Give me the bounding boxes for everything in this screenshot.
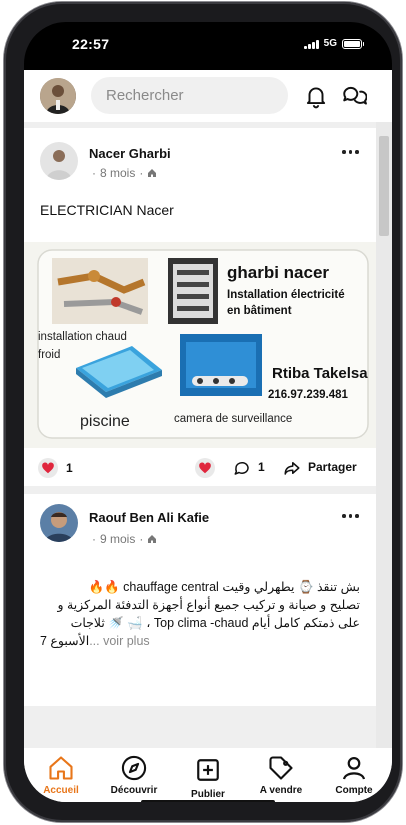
comments-count: 1 [258,460,265,474]
top-bar: Rechercher [24,70,392,122]
svg-text:Installation électricité: Installation électricité [227,289,345,301]
post-time: 8 mois [100,166,136,180]
post-text-line: على ذمتكم كامل أيام Top clima -chaud ، 🛁… [70,616,360,630]
feed[interactable]: Nacer Gharbi · 8 mois · ELECTRICIAN Nace… [24,122,392,748]
svg-text:camera de surveillance: camera de surveillance [174,413,292,425]
app: Rechercher Nacer Gharbi · 8 mois · ELECT… [24,70,392,802]
nav-label: Compte [335,785,373,796]
screen: 22:57 5G Rechercher Nacer Gharbi · 8 moi… [24,22,392,802]
status-bar: 22:57 5G [24,22,392,70]
image-name: gharbi nacer [227,263,329,282]
post-header: Raouf Ben Ali Kafie · 9 mois · [24,494,376,550]
post-text: ELECTRICIAN Nacer [40,202,174,218]
user-icon [340,754,368,782]
home-icon [47,754,75,782]
nav-label: Découvrir [110,785,158,796]
post-meta: · 8 mois · [92,166,157,180]
share-button[interactable]: Partager [308,460,357,474]
bottom-nav: Accueil Découvrir Publier A vendre Compt… [24,748,392,802]
more-dots-icon[interactable] [342,146,362,158]
author-avatar[interactable] [40,142,78,180]
nav-label: Accueil [43,785,79,796]
search-input[interactable]: Rechercher [91,77,288,114]
comment-icon[interactable] [233,459,251,477]
author-avatar[interactable] [40,504,78,542]
tag-icon [267,754,295,782]
home-small-icon [148,535,157,543]
author-name[interactable]: Nacer Gharbi [89,146,171,161]
home-indicator [141,800,275,802]
nav-decouvrir[interactable]: Découvrir [99,748,169,802]
svg-text:216.97.239.481: 216.97.239.481 [268,389,349,401]
network-label: 5G [323,38,337,49]
svg-text:installation chaud: installation chaud [38,331,127,343]
nav-accueil[interactable]: Accueil [26,748,96,802]
heart-icon[interactable] [38,458,58,478]
svg-text:froid: froid [38,349,60,361]
scrollbar-thumb[interactable] [379,136,389,236]
likes-count: 1 [66,461,73,475]
nav-publier[interactable]: Publier [173,748,243,802]
nav-a-vendre[interactable]: A vendre [246,748,316,802]
scrollbar[interactable] [376,122,392,748]
compass-icon [120,754,148,782]
post-time: 9 mois [100,532,136,546]
chat-bubbles-icon[interactable] [341,83,368,109]
bell-icon[interactable] [303,83,329,109]
author-name[interactable]: Raouf Ben Ali Kafie [89,510,209,525]
voir-plus-link[interactable]: ... voir plus [89,634,149,648]
like-button[interactable] [195,458,215,478]
share-arrow-icon[interactable] [283,459,301,477]
post-text-line: تصليح و صيانة و تركيب جميع أنواع أجهزة ا… [57,598,360,612]
nav-compte[interactable]: Compte [319,748,389,802]
status-time: 22:57 [72,36,110,52]
status-indicators: 5G [304,38,364,49]
svg-text:en bâtiment: en bâtiment [227,305,292,317]
post-card: Raouf Ben Ali Kafie · 9 mois · بش تنقذ ⌚… [24,494,376,706]
post-header: Nacer Gharbi · 8 mois · [24,128,376,184]
post-text-last-line: الأسبوع 7... voir plus [40,634,150,648]
more-dots-icon[interactable] [342,510,362,522]
plus-square-icon [194,757,222,785]
battery-icon [342,38,364,49]
post-text-line: بش تنقذ ⌚ يطهرلي وقيت chauffage central … [88,580,360,594]
post-card: Nacer Gharbi · 8 mois · ELECTRICIAN Nace… [24,128,376,486]
phone-frame: 22:57 5G Rechercher Nacer Gharbi · 8 moi… [4,2,402,822]
svg-text:piscine: piscine [80,413,130,430]
home-small-icon [148,169,157,177]
svg-text:Rtiba Takelsa: Rtiba Takelsa [272,365,368,382]
signal-icon [304,39,319,49]
nav-label: A vendre [259,785,303,796]
profile-avatar[interactable] [40,78,76,114]
nav-label: Publier [191,789,225,800]
post-actions: 1 1 Partager [24,448,376,486]
post-image[interactable]: gharbi nacer Installation électricité en… [24,242,376,448]
post-meta: · 9 mois · [92,532,157,546]
search-placeholder: Rechercher [106,87,184,104]
